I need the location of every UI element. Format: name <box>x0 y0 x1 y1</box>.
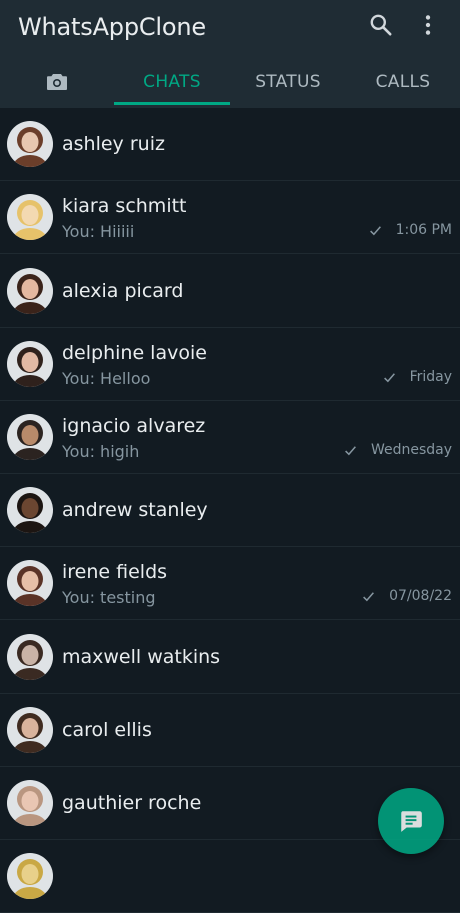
tab-calls[interactable]: CALLS <box>346 56 460 108</box>
chat-name: carol ellis <box>62 719 152 741</box>
chat-time: Wednesday <box>370 442 452 458</box>
chat-row[interactable] <box>0 840 460 913</box>
avatar[interactable] <box>7 853 53 899</box>
sent-tick-icon <box>369 224 382 237</box>
avatar[interactable] <box>7 268 53 314</box>
tab-chats[interactable]: CHATS <box>114 56 230 108</box>
chat-time: Friday <box>409 369 452 385</box>
avatar[interactable] <box>7 341 53 387</box>
chat-preview: You: higih <box>62 442 140 461</box>
new-chat-icon <box>398 808 424 834</box>
chat-row[interactable]: ashley ruiz <box>0 108 460 181</box>
avatar[interactable] <box>7 707 53 753</box>
avatar[interactable] <box>7 487 53 533</box>
avatar[interactable] <box>7 780 53 826</box>
avatar[interactable] <box>7 634 53 680</box>
chat-row[interactable]: delphine lavoie You: Helloo Friday <box>0 328 460 401</box>
avatar[interactable] <box>7 194 53 240</box>
chat-name: ignacio alvarez <box>62 415 206 437</box>
chat-preview: You: Hiiiii <box>62 222 135 241</box>
chat-row[interactable]: maxwell watkins <box>0 621 460 694</box>
chat-name: alexia picard <box>62 280 184 302</box>
chat-row[interactable]: alexia picard <box>0 255 460 328</box>
chat-meta: 1:06 PM <box>369 222 452 238</box>
chat-name: gauthier roche <box>62 792 202 814</box>
new-chat-button[interactable] <box>378 788 444 854</box>
chat-row[interactable]: kiara schmitt You: Hiiiii 1:06 PM <box>0 181 460 254</box>
chat-name: ashley ruiz <box>62 133 165 155</box>
chat-row[interactable]: andrew stanley <box>0 474 460 547</box>
active-tab-indicator <box>114 102 230 105</box>
chat-name: andrew stanley <box>62 499 208 521</box>
camera-icon <box>45 70 69 94</box>
avatar[interactable] <box>7 121 53 167</box>
chat-meta: 07/08/22 <box>362 588 452 604</box>
app-title: WhatsAppClone <box>18 13 206 41</box>
avatar[interactable] <box>7 414 53 460</box>
chat-row[interactable]: ignacio alvarez You: higih Wednesday <box>0 401 460 474</box>
sent-tick-icon <box>362 590 375 603</box>
tab-status[interactable]: STATUS <box>230 56 346 108</box>
tab-bar: CHATS STATUS CALLS <box>0 56 460 108</box>
chat-name: maxwell watkins <box>62 646 221 668</box>
sent-tick-icon <box>344 444 357 457</box>
chat-preview: You: testing <box>62 588 156 607</box>
more-vert-icon[interactable] <box>415 12 441 38</box>
tab-camera[interactable] <box>0 56 114 108</box>
sent-tick-icon <box>383 371 396 384</box>
chat-preview: You: Helloo <box>62 369 151 388</box>
app-bar: WhatsAppClone CHATS STATUS CALLS <box>0 0 460 108</box>
chat-row[interactable]: irene fields You: testing 07/08/22 <box>0 547 460 620</box>
chat-time: 07/08/22 <box>389 588 452 604</box>
chat-time: 1:06 PM <box>395 222 452 238</box>
avatar[interactable] <box>7 560 53 606</box>
chat-name: kiara schmitt <box>62 195 187 217</box>
chat-meta: Friday <box>383 369 452 385</box>
chat-name: delphine lavoie <box>62 342 207 364</box>
chat-meta: Wednesday <box>344 442 452 458</box>
chat-row[interactable]: carol ellis <box>0 694 460 767</box>
chat-name: irene fields <box>62 561 168 583</box>
search-icon[interactable] <box>368 12 394 38</box>
